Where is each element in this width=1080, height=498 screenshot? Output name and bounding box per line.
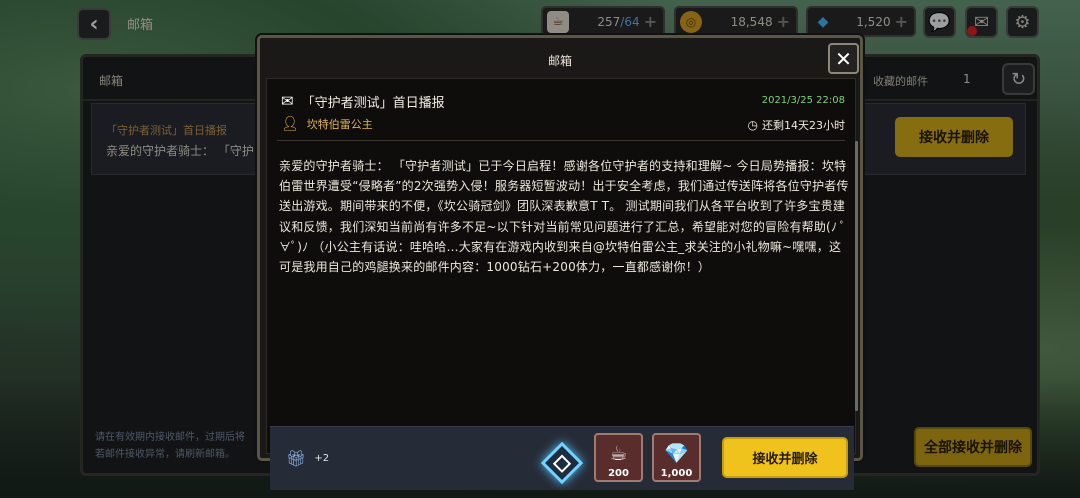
- reward-footer: 🎁︎ +2 ☕ 200 💎 1,000 接收并删除: [270, 426, 854, 490]
- blue-gem-icon: 💎: [664, 441, 689, 465]
- reward-count: 1,000: [660, 468, 693, 479]
- mail-body: 亲爱的守护者骑士： 「守护者测试」已于今日启程！感谢各位守护者的支持和理解~ 今…: [279, 159, 849, 275]
- accept-delete-button[interactable]: 接收并删除: [722, 437, 848, 478]
- mail-date: 2021/3/25 22:08: [761, 95, 845, 106]
- reward-slot-stamina[interactable]: ☕ 200: [594, 433, 643, 482]
- gift-extra-count: +2: [314, 453, 330, 464]
- gift-icon: 🎁︎: [286, 449, 307, 468]
- coffee-cup-icon: ☕: [609, 441, 628, 465]
- mail-remaining: 还剩14天23小时: [762, 119, 845, 132]
- close-icon: ✕: [835, 46, 852, 71]
- reward-slot-gem[interactable]: 💎 1,000: [652, 433, 701, 482]
- clock-icon: ◷: [747, 118, 758, 132]
- reward-pouch-icon: [540, 441, 584, 485]
- mail-sender: 坎特伯雷公主: [306, 118, 373, 131]
- reward-count: 200: [608, 468, 629, 479]
- modal-title: 邮箱: [547, 54, 572, 68]
- gift-extra[interactable]: 🎁︎ +2: [286, 449, 329, 468]
- mail-card: ✉ 「守护者测试」首日播报 👤︎ 坎特伯雷公主 2021/3/25 22:08 …: [266, 78, 858, 490]
- divider: [277, 140, 845, 141]
- user-icon: 👤︎: [281, 116, 299, 132]
- envelope-icon: ✉: [281, 92, 294, 110]
- close-button[interactable]: ✕: [828, 43, 859, 74]
- scrollbar[interactable]: [855, 141, 858, 411]
- mail-detail-modal: 邮箱 ✕ ✉ 「守护者测试」首日播报 👤︎ 坎特伯雷公主 2021/3/25 2…: [257, 35, 863, 490]
- mail-subject: 「守护者测试」首日播报: [301, 95, 445, 111]
